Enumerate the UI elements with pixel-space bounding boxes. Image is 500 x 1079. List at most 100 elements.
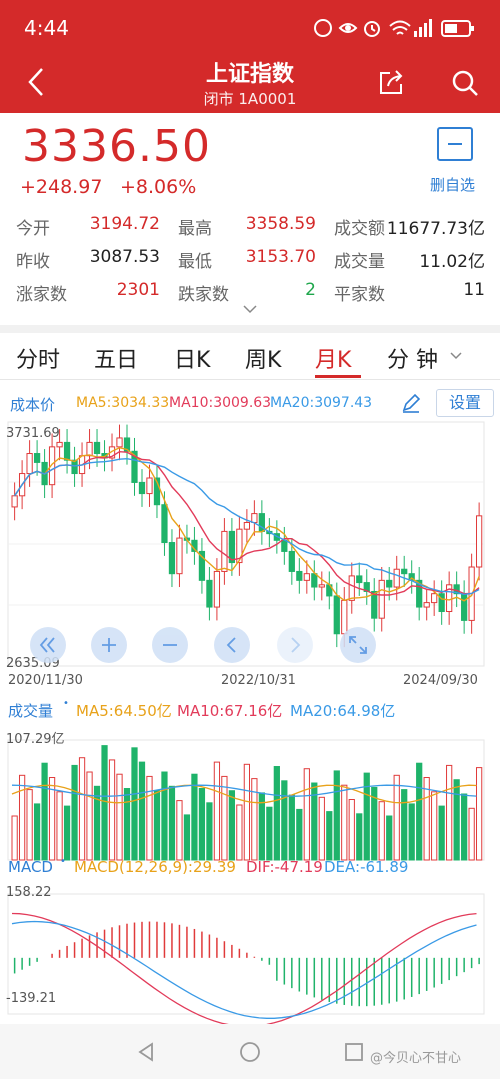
volume-bar [78,757,86,861]
candle-body [311,573,318,588]
tab-five-day[interactable]: 五日 [94,342,138,374]
kline-ymax: 3731.69 [6,426,60,441]
zoom-out-button[interactable] [152,627,188,663]
volume-bar [326,811,333,861]
divider [0,325,500,333]
volume-bar [93,785,101,861]
share-icon[interactable] [376,68,406,98]
volume-bar [333,770,340,861]
stat-label: 最低 [178,252,212,272]
volume-bar [476,767,483,861]
volume-bar [296,808,303,861]
volume-bar [168,785,176,861]
tab-monthly-k[interactable]: 月K [315,342,351,374]
candle-body [206,579,213,608]
candle-body [243,522,250,530]
zoom-prev-button[interactable] [30,627,66,663]
volume-bar [153,790,161,861]
volume-bar [161,771,168,861]
chevron-down-icon[interactable] [242,303,258,315]
candle-body [86,441,93,457]
fullscreen-button[interactable] [340,627,376,663]
candle-body [63,441,71,461]
volume-bar [56,791,63,861]
volume-bar [198,788,206,861]
tab-intraday[interactable]: 分时 [16,342,60,374]
volume-bar [303,768,310,861]
stat-label: 昨收 [16,252,50,272]
volume-bar [438,805,445,861]
move-left-button[interactable] [214,627,250,663]
zoom-in-button[interactable] [91,627,127,663]
home-circle-icon[interactable] [238,1040,262,1064]
candle-body [393,568,400,588]
candle-body [213,570,221,608]
volume-bar [266,806,273,861]
price-change: +248.97 [20,176,103,198]
volume-bar [11,815,18,861]
volume-bar [221,775,228,861]
volume-title[interactable]: 成交量 [8,700,53,721]
volume-bar [453,779,460,861]
candle-body [138,481,146,495]
stat-label: 成交量 [334,252,385,272]
volume-bar [26,789,33,861]
watermark: @今贝心不甘心 [370,1051,462,1066]
settings-button[interactable]: 设置 [436,389,494,417]
candle-body [26,453,33,475]
volume-bar [348,799,355,861]
candle-body [386,579,393,588]
active-tab-indicator [315,375,361,378]
candle-body [161,504,168,544]
stat-value: 3087.53 [89,247,160,267]
move-right-button[interactable] [277,627,313,663]
double-chevron-left-icon [39,637,55,653]
dot-icon: • [63,698,69,709]
candle-body [168,542,176,575]
kline-chart[interactable] [0,420,500,1040]
volume-ymax: 107.29亿 [6,732,65,747]
search-icon[interactable] [450,68,480,98]
tab-minute[interactable]: 分 钟 [387,342,438,374]
volume-bar [378,801,385,861]
volume-bar [281,780,288,861]
macd-dea: DEA:-61.89 [324,858,409,876]
macd-params: MACD(12,26,9):29.39 [74,858,236,876]
tab-daily-k[interactable]: 日K [174,342,210,374]
stat-value: 2301 [116,280,160,300]
stat-label: 平家数 [334,285,385,305]
kline-ma10: MA10:3009.63 [169,395,272,411]
remove-watchlist-button[interactable] [437,127,473,161]
recent-apps-icon[interactable] [342,1040,366,1064]
volume-bar [408,803,415,861]
edit-pen-icon[interactable] [400,392,422,414]
volume-bar [123,788,131,861]
remove-watchlist-label[interactable]: 删自选 [430,174,475,195]
candle-body [281,539,288,552]
tab-weekly-k[interactable]: 周K [245,342,281,374]
cost-price-toggle[interactable]: 成本价 [10,394,55,415]
chevron-down-icon[interactable] [450,351,462,361]
volume-bar [431,791,438,861]
volume-bar [273,766,280,861]
stat-label: 涨家数 [16,285,67,305]
macd-ymin: -139.21 [6,991,57,1006]
volume-bar [191,773,198,861]
chevron-left-icon [226,637,236,653]
candle-body [303,573,310,581]
stat-label: 最高 [178,219,212,239]
volume-bar [146,775,153,861]
price-change-percent: +8.06% [120,176,197,198]
candle-body [356,575,363,584]
back-triangle-icon[interactable] [134,1040,158,1064]
volume-bar [213,761,221,861]
volume-bar [101,745,108,861]
stat-label: 成交额 [334,219,385,239]
candle-body [318,584,325,588]
candle-body [56,441,63,448]
dot-icon: • [60,856,66,867]
candle-body [333,595,340,635]
volume-bar [86,771,93,861]
macd-title[interactable]: MACD [8,858,53,876]
battery-icon [441,20,474,37]
